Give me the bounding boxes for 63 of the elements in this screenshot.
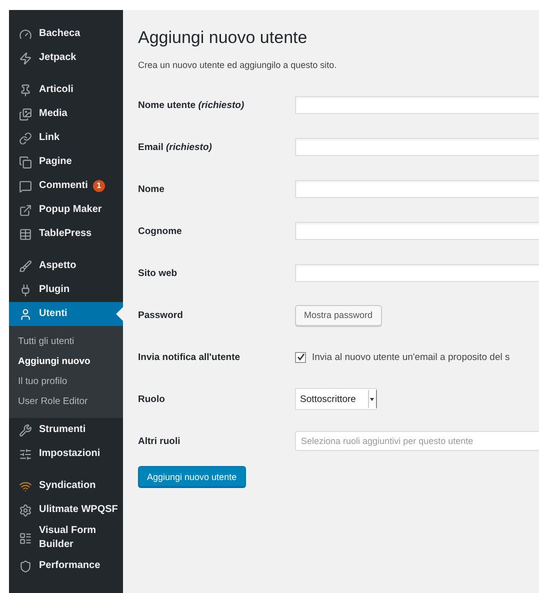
field-label: Password xyxy=(138,310,184,320)
menu-item[interactable]: TablePress xyxy=(9,222,123,246)
text-field[interactable] xyxy=(295,138,539,156)
text-field[interactable] xyxy=(295,96,539,114)
menu-item[interactable]: Link xyxy=(9,126,123,150)
wrench-icon xyxy=(19,424,32,436)
submenu-item[interactable]: Il tuo profilo xyxy=(9,372,123,392)
external-link-icon xyxy=(19,204,32,216)
menu-item[interactable]: Pagine xyxy=(9,150,123,174)
shield-icon xyxy=(19,560,32,572)
menu-item[interactable]: Utenti xyxy=(9,302,123,326)
menu-item[interactable]: Strumenti xyxy=(9,418,123,442)
plug-icon xyxy=(19,284,32,296)
gauge-icon xyxy=(19,28,32,40)
menu-item[interactable]: Bacheca xyxy=(9,22,123,46)
sliders-icon xyxy=(19,448,32,460)
add-user-button[interactable]: Aggiungi nuovo utente xyxy=(138,466,246,487)
field-label: Nome xyxy=(138,184,166,194)
menu-item[interactable]: Performance xyxy=(9,554,123,578)
menu-item[interactable]: Articoli xyxy=(9,78,123,102)
speech-bubble-icon xyxy=(19,180,32,192)
lightning-icon xyxy=(19,52,32,64)
text-field[interactable] xyxy=(295,222,539,240)
menu-item[interactable]: Jetpack xyxy=(9,46,123,70)
settings-icon xyxy=(19,504,32,516)
show-password-button[interactable]: Mostra password xyxy=(295,304,382,326)
link-icon xyxy=(19,132,32,144)
table-icon xyxy=(19,228,32,240)
field-label: Nome utente (richiesto) xyxy=(138,100,246,110)
field-label: Ruolo xyxy=(138,394,166,404)
role-dropdown[interactable]: Sottoscrittore xyxy=(295,388,377,410)
menu-item[interactable]: Commenti 1 xyxy=(9,174,123,198)
menu-item[interactable]: Impostazioni xyxy=(9,442,123,466)
text-field[interactable] xyxy=(295,264,539,282)
field-label: Cognome xyxy=(138,226,183,236)
field-label: Sito web xyxy=(138,268,178,278)
brush-icon xyxy=(19,260,32,272)
pin-icon xyxy=(19,84,32,96)
form-icon xyxy=(19,532,32,544)
text-field[interactable] xyxy=(295,180,539,198)
images-icon xyxy=(19,108,32,120)
menu-item[interactable]: Aspetto xyxy=(9,254,123,278)
caret-icon xyxy=(370,398,374,400)
count-badge: 1 xyxy=(92,180,105,192)
page-description: Crea un nuovo utente ed aggiungilo a questo sito. xyxy=(138,60,338,70)
menu-item[interactable]: Plugin xyxy=(9,278,123,302)
field-label: Altri ruoli xyxy=(138,436,182,446)
menu-item[interactable]: Ulitmate WPQSF xyxy=(9,498,123,522)
checkbox-label: Invia al nuovo utente un'email a proposito del s xyxy=(312,352,510,362)
submenu-item[interactable]: Aggiungi nuovo xyxy=(9,352,123,372)
menu-item[interactable]: Visual Form Builder xyxy=(9,522,123,554)
menu-item[interactable]: Popup Maker xyxy=(9,198,123,222)
menu-item[interactable]: Syndication xyxy=(9,474,123,498)
pages-icon xyxy=(19,156,32,168)
user-icon xyxy=(19,308,32,320)
wifi-icon xyxy=(19,480,32,492)
page-title: Aggiungi nuovo utente xyxy=(138,28,308,48)
checkbox[interactable] xyxy=(295,352,306,362)
field-label: Email (richiesto) xyxy=(138,142,213,152)
submenu-item[interactable]: Tutti gli utenti xyxy=(9,332,123,352)
field-label: Invia notifica all'utente xyxy=(138,352,242,362)
menu-item[interactable]: Media xyxy=(9,102,123,126)
submenu-item[interactable]: User Role Editor xyxy=(9,392,123,412)
